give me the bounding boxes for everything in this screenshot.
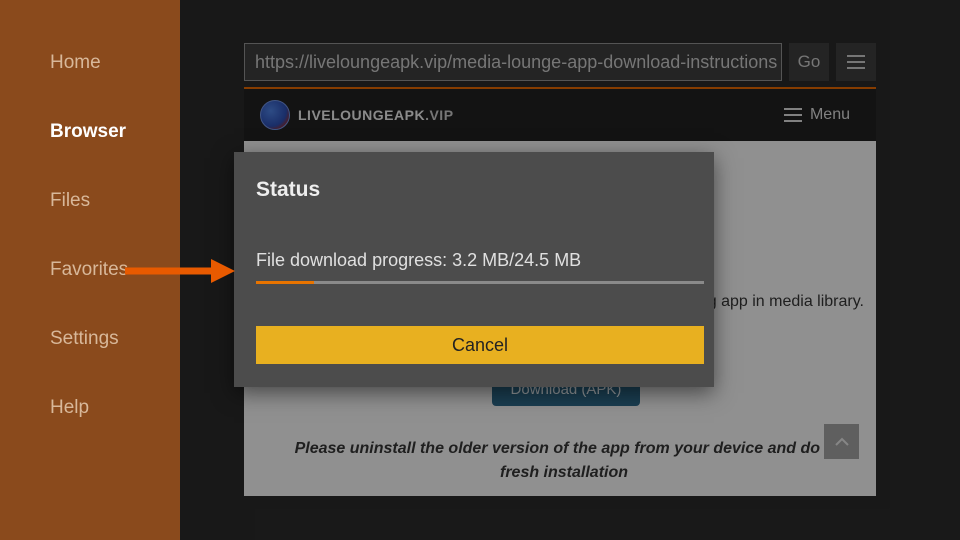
sidebar-item-files[interactable]: Files	[50, 190, 180, 212]
sidebar-item-home[interactable]: Home	[50, 52, 180, 74]
annotation-arrow-icon	[125, 255, 235, 287]
status-dialog: Status File download progress: 3.2 MB/24…	[234, 152, 714, 387]
download-progress-text: File download progress: 3.2 MB/24.5 MB	[256, 250, 692, 271]
sidebar-item-settings[interactable]: Settings	[50, 328, 180, 350]
progress-fill	[256, 281, 314, 284]
sidebar-item-browser[interactable]: Browser	[50, 121, 180, 143]
dialog-title: Status	[256, 178, 692, 202]
sidebar-item-help[interactable]: Help	[50, 397, 180, 419]
cancel-button[interactable]: Cancel	[256, 326, 704, 364]
progress-bar	[256, 281, 704, 284]
